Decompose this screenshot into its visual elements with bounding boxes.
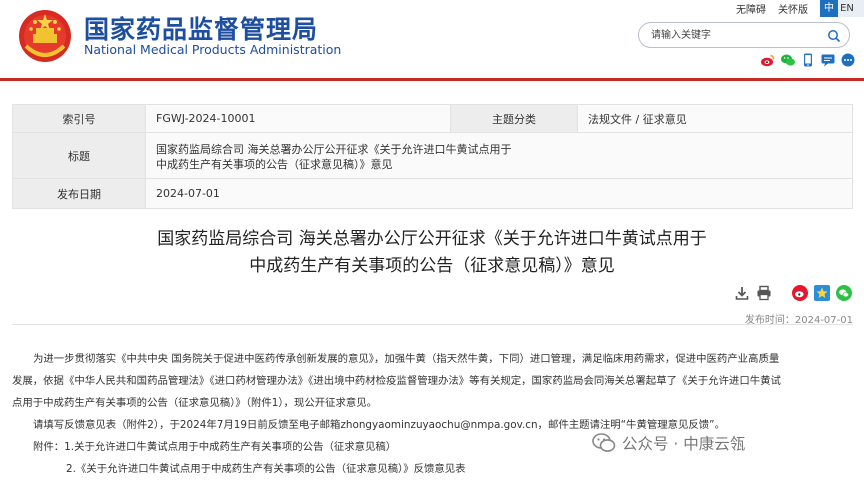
site-header: 国家药品监督管理局 National Medical Products Admi… — [0, 0, 864, 80]
table-row: 发布日期 2024-07-01 — [12, 178, 853, 209]
title-value-line: 国家药监局综合司 海关总署办公厅公开征求《关于允许进口牛黄试点用于 — [156, 142, 512, 156]
more-icon[interactable] — [840, 52, 856, 68]
search-input[interactable] — [651, 27, 821, 43]
national-emblem-logo[interactable] — [14, 6, 76, 66]
publish-time: 发布时间：2024-07-01 — [744, 315, 853, 326]
message-icon[interactable] — [820, 52, 836, 68]
print-icon[interactable] — [756, 285, 772, 301]
lang-switcher-end — [856, 0, 864, 17]
paragraph-line: 点用于中成药生产有关事项的公告（征求意见稿）》（附件1），现公开征求意见。 — [12, 397, 378, 409]
watermark: 公众号 · 中康云瓴 — [592, 432, 745, 454]
header-divider — [0, 78, 864, 81]
search-box — [638, 22, 850, 48]
wechat-official-account-icon — [592, 432, 616, 454]
weibo-share-icon[interactable] — [792, 285, 808, 301]
top-links: 无障碍 关怀版 中 EN — [736, 0, 864, 17]
feedback-text: 请填写反馈意见表（附件2），于2024年7月19日前反馈至电子邮箱zhongya… — [33, 419, 725, 431]
lang-chinese-button[interactable]: 中 — [820, 0, 838, 17]
weibo-icon[interactable] — [760, 52, 776, 68]
index-value: FGWJ-2024-10001 — [145, 104, 451, 133]
category-value: 法规文件 / 征求意见 — [577, 104, 853, 133]
favorite-icon[interactable] — [814, 285, 830, 301]
article-body: 为进一步贯彻落实《中共中央 国务院关于促进中医药传承创新发展的意见》，加强牛黄（… — [12, 348, 853, 480]
date-label: 发布日期 — [12, 178, 146, 209]
wechat-share-icon[interactable] — [836, 285, 852, 301]
site-name-english[interactable]: National Medical Products Administration — [84, 42, 341, 57]
care-mode-link[interactable]: 关怀版 — [778, 1, 808, 16]
article-tools — [734, 285, 852, 301]
paragraph-line: 发展，依据《中华人民共和国药品管理法》《进口药材管理办法》《进出境中药材检疫监督… — [12, 375, 781, 387]
title-label: 标题 — [12, 132, 146, 179]
attachment-2-link[interactable]: 2.《关于允许进口牛黄试点用于中成药生产有关事项的公告（征求意见稿）》反馈意见表 — [12, 458, 853, 480]
paragraph-line: 为进一步贯彻落实《中共中央 国务院关于促进中医药传承创新发展的意见》，加强牛黄（… — [33, 353, 780, 365]
mobile-icon[interactable] — [800, 52, 816, 68]
site-name-chinese[interactable]: 国家药品监督管理局 — [84, 10, 318, 46]
download-icon[interactable] — [734, 285, 750, 301]
document-metadata-table: 索引号 FGWJ-2024-10001 主题分类 法规文件 / 征求意见 标题 … — [12, 104, 853, 209]
language-switcher: 中 EN — [820, 0, 864, 17]
article-title-line: 国家药监局综合司 海关总署办公厅公开征求《关于允许进口牛黄试点用于 — [157, 229, 707, 249]
publish-info-bar: 发布时间：2024-07-01 — [12, 305, 853, 326]
accessibility-link[interactable]: 无障碍 — [736, 1, 766, 16]
article-title: 国家药监局综合司 海关总署办公厅公开征求《关于允许进口牛黄试点用于 中成药生产有… — [0, 226, 864, 280]
table-row: 标题 国家药监局综合司 海关总署办公厅公开征求《关于允许进口牛黄试点用于 中成药… — [12, 132, 853, 179]
table-row: 索引号 FGWJ-2024-10001 主题分类 法规文件 / 征求意见 — [12, 104, 853, 133]
index-label: 索引号 — [12, 104, 146, 133]
header-social-icons — [760, 52, 856, 68]
wechat-icon[interactable] — [780, 52, 796, 68]
date-value: 2024-07-01 — [145, 178, 853, 209]
category-label: 主题分类 — [450, 104, 578, 133]
title-value: 国家药监局综合司 海关总署办公厅公开征求《关于允许进口牛黄试点用于 中成药生产有… — [145, 132, 853, 179]
title-value-line: 中成药生产有关事项的公告（征求意见稿）》意见 — [156, 157, 393, 171]
article-title-line: 中成药生产有关事项的公告（征求意见稿）》意见 — [249, 256, 615, 276]
search-icon[interactable] — [827, 28, 841, 43]
watermark-text: 公众号 · 中康云瓴 — [622, 435, 746, 453]
lang-english-button[interactable]: EN — [838, 0, 856, 17]
